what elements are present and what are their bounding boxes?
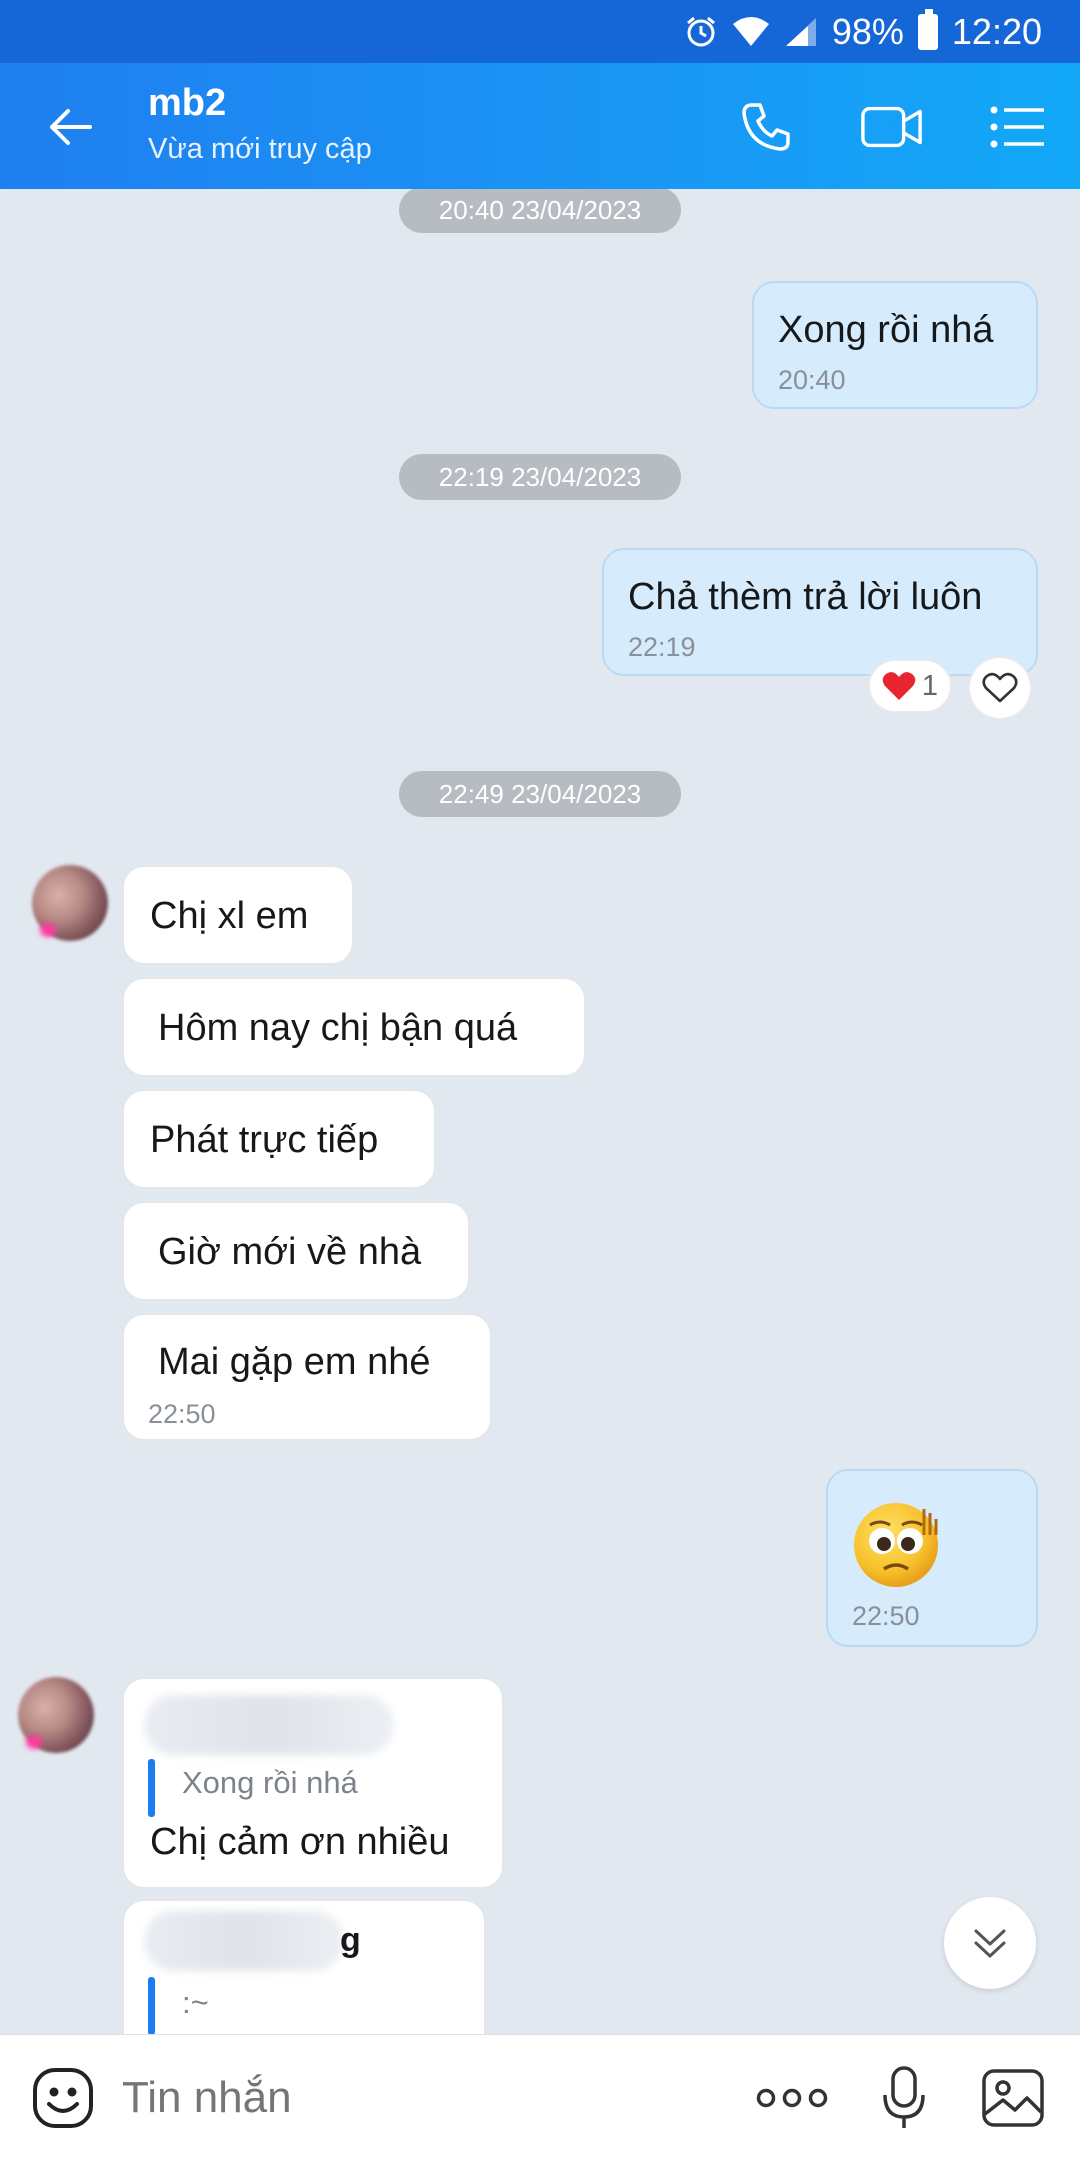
quote-bar: [148, 1977, 155, 2034]
message-bubble[interactable]: Chả thèm trả lời luôn 22:19: [602, 548, 1038, 676]
quoted-sender-name-blurred: [144, 1911, 344, 1971]
image-icon: [982, 2069, 1044, 2127]
reply-bubble[interactable]: Xong rồi nhá Chị cảm ơn nhiều: [122, 1677, 504, 1889]
quoted-sender-name-visible: g: [340, 1921, 361, 1959]
message-text: Chị cảm ơn nhiều: [150, 1821, 450, 1863]
emoji-button[interactable]: [30, 2065, 96, 2131]
status-bar: 98% 12:20: [0, 0, 1080, 63]
worried-face-sticker: [854, 1503, 938, 1587]
video-icon: [861, 106, 922, 148]
message-text: Phát trực tiếp: [150, 1119, 379, 1161]
quoted-text: :~: [182, 1985, 209, 2020]
header-titles[interactable]: mb2 Vừa mới truy cập: [148, 81, 372, 171]
message-time: 22:50: [852, 1601, 920, 1631]
reaction-summary[interactable]: 1: [868, 659, 952, 713]
chat-messages[interactable]: 20:40 23/04/2023 Xong rồi nhá 20:40 22:1…: [0, 189, 1080, 2034]
date-separator: 22:49 23/04/2023: [399, 771, 681, 817]
message-text: Hôm nay chị bận quá: [158, 1007, 518, 1049]
react-button[interactable]: [968, 656, 1032, 720]
wifi-icon: [732, 16, 770, 48]
sticker-bubble[interactable]: 22:50: [826, 1469, 1038, 1647]
microphone-icon: [883, 2066, 925, 2128]
reaction-count: 1: [921, 669, 939, 702]
signal-icon: [784, 16, 818, 48]
message-composer: [0, 2034, 1080, 2160]
heart-outline-icon: [982, 672, 1018, 703]
message-text: Chả thèm trả lời luôn: [628, 576, 983, 618]
quoted-sender-name-blurred: [144, 1695, 394, 1755]
battery-percent: 98%: [831, 10, 904, 52]
date-separator: 20:40 23/04/2023: [399, 189, 681, 233]
contact-name: mb2: [148, 82, 227, 124]
quoted-text: Xong rồi nhá: [182, 1765, 358, 1800]
back-button[interactable]: [40, 97, 100, 157]
message-bubble[interactable]: Xong rồi nhá 20:40: [752, 281, 1038, 409]
message-text: Giờ mới về nhà: [158, 1231, 422, 1273]
contact-status: Vừa mới truy cập: [148, 133, 372, 165]
double-chevron-down-icon: [974, 1929, 1006, 1958]
red-heart-icon: [882, 672, 916, 700]
chat-header: mb2 Vừa mới truy cập: [0, 63, 1080, 189]
avatar[interactable]: [18, 1677, 94, 1753]
message-text: Chị xl em: [150, 895, 309, 937]
message-bubble[interactable]: Chị xl em: [122, 865, 354, 965]
avatar[interactable]: [32, 865, 108, 941]
message-bubble[interactable]: Mai gặp em nhé 22:50: [122, 1313, 492, 1441]
message-time: 22:19: [628, 632, 696, 662]
quote-bar: [148, 1759, 155, 1817]
more-icon: [756, 2088, 828, 2108]
reply-bubble[interactable]: g :~: [122, 1899, 486, 2034]
message-bubble[interactable]: Giờ mới về nhà: [122, 1201, 470, 1301]
message-time: 22:50: [148, 1399, 216, 1429]
battery-icon: [917, 8, 938, 50]
message-bubble[interactable]: Hôm nay chị bận quá: [122, 977, 586, 1077]
alarm-icon: [684, 15, 718, 49]
emoji-icon: [33, 2068, 93, 2128]
message-bubble[interactable]: Phát trực tiếp: [122, 1089, 436, 1189]
date-separator: 22:19 23/04/2023: [399, 454, 681, 500]
message-text: Mai gặp em nhé: [158, 1341, 431, 1383]
clock: 12:20: [951, 10, 1042, 52]
message-time: 20:40: [778, 365, 846, 395]
scroll-to-bottom-button[interactable]: [944, 1897, 1036, 1989]
message-input[interactable]: [122, 2073, 682, 2123]
message-text: Xong rồi nhá: [778, 309, 994, 351]
call-button[interactable]: [734, 95, 798, 159]
menu-button[interactable]: [986, 95, 1050, 159]
video-call-button[interactable]: [860, 95, 924, 159]
back-arrow-icon: [50, 109, 92, 145]
voice-button[interactable]: [876, 2063, 932, 2133]
more-button[interactable]: [756, 2075, 828, 2121]
menu-icon: [990, 106, 1044, 148]
phone-icon: [742, 103, 790, 151]
image-button[interactable]: [980, 2065, 1046, 2131]
